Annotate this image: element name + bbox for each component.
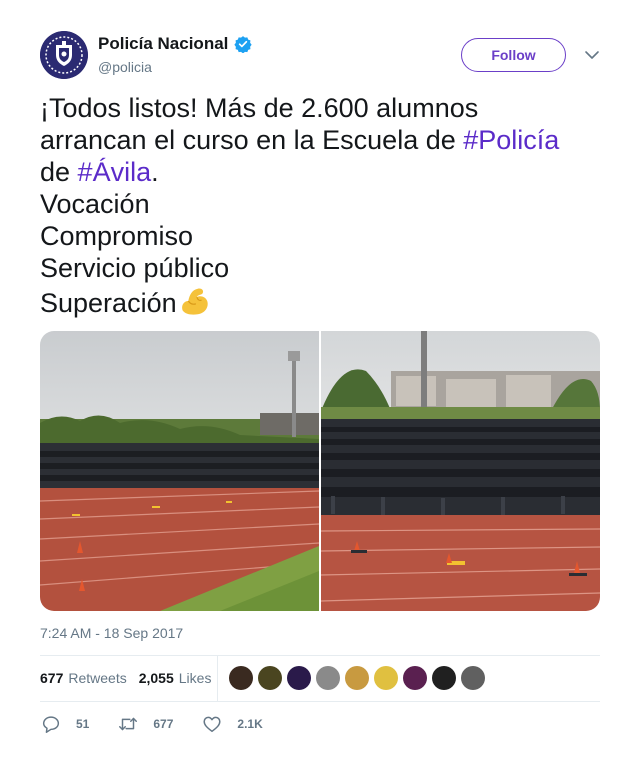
- divider: [40, 655, 600, 656]
- verified-badge-icon: [234, 36, 253, 53]
- flexed-biceps-icon: [181, 288, 208, 315]
- tweet-text-segment: .: [151, 157, 159, 187]
- likes-label: Likes: [178, 670, 212, 686]
- photo-left[interactable]: [40, 331, 319, 611]
- reply-button[interactable]: 51: [40, 713, 89, 735]
- liker-avatar[interactable]: [345, 666, 369, 690]
- reply-icon: [42, 716, 60, 733]
- like-button[interactable]: 2.1K: [201, 713, 263, 735]
- tweet-line: Compromiso: [40, 221, 194, 251]
- likes-count: 2,055: [138, 670, 174, 686]
- tweet-line: Servicio público: [40, 253, 230, 283]
- likes-stat[interactable]: 2,055 Likes: [139, 670, 212, 686]
- hashtag-link-avila[interactable]: #Ávila: [78, 157, 152, 187]
- tweet-media[interactable]: [40, 331, 600, 611]
- tweet-timestamp[interactable]: 7:24 AM - 18 Sep 2017: [40, 625, 183, 641]
- heart-icon: [203, 716, 221, 733]
- police-badge-icon: [40, 31, 88, 79]
- liker-avatar[interactable]: [258, 666, 282, 690]
- liker-avatars: [229, 666, 490, 690]
- tweet-line: ¡Todos listos! Más de 2.600 alumnos: [40, 93, 479, 123]
- account-name-row[interactable]: Policía Nacional: [98, 34, 253, 54]
- liker-avatar[interactable]: [316, 666, 340, 690]
- chevron-down-icon[interactable]: [584, 48, 600, 62]
- display-name[interactable]: Policía Nacional: [98, 34, 228, 54]
- retweets-count: 677: [40, 670, 64, 686]
- follow-button[interactable]: Follow: [461, 38, 566, 72]
- retweet-count: 677: [153, 717, 174, 731]
- photo-right[interactable]: [321, 331, 600, 611]
- hashtag-link-policia[interactable]: #Policía: [463, 125, 559, 155]
- liker-avatar[interactable]: [229, 666, 253, 690]
- tweet-actions: 51 677 2.1K: [40, 713, 291, 735]
- tweet-text: ¡Todos listos! Más de 2.600 alumnos arra…: [40, 92, 600, 319]
- like-count: 2.1K: [237, 717, 263, 731]
- retweet-button[interactable]: 677: [117, 713, 173, 735]
- retweets-label: Retweets: [68, 670, 127, 686]
- divider: [40, 701, 600, 702]
- liker-avatar[interactable]: [403, 666, 427, 690]
- police-formation-photo-left-image: [40, 331, 319, 611]
- tweet-text-segment: arrancan el curso en la Escuela de: [40, 125, 464, 155]
- engagement-stats: 677 Retweets 2,055 Likes: [40, 670, 211, 686]
- retweets-stat[interactable]: 677 Retweets: [40, 670, 127, 686]
- reply-count: 51: [76, 717, 90, 731]
- tweet-card: Policía Nacional @policia Follow ¡Todos …: [0, 0, 640, 764]
- tweet-line: Superación: [40, 284, 600, 319]
- retweet-icon: [119, 717, 138, 731]
- liker-avatar[interactable]: [374, 666, 398, 690]
- liker-avatar[interactable]: [287, 666, 311, 690]
- account-avatar[interactable]: [40, 31, 88, 79]
- police-formation-photo-right-image: [321, 331, 600, 611]
- tweet-text-segment: Superación: [40, 288, 177, 318]
- tweet-line: de #Ávila.: [40, 156, 600, 188]
- account-handle[interactable]: @policia: [98, 59, 152, 75]
- tweet-line: arrancan el curso en la Escuela de #Poli…: [40, 124, 600, 156]
- tweet-text-segment: de: [40, 157, 78, 187]
- liker-avatar[interactable]: [432, 666, 456, 690]
- tweet-line: Vocación: [40, 189, 150, 219]
- liker-avatar[interactable]: [461, 666, 485, 690]
- stats-divider: [217, 656, 218, 702]
